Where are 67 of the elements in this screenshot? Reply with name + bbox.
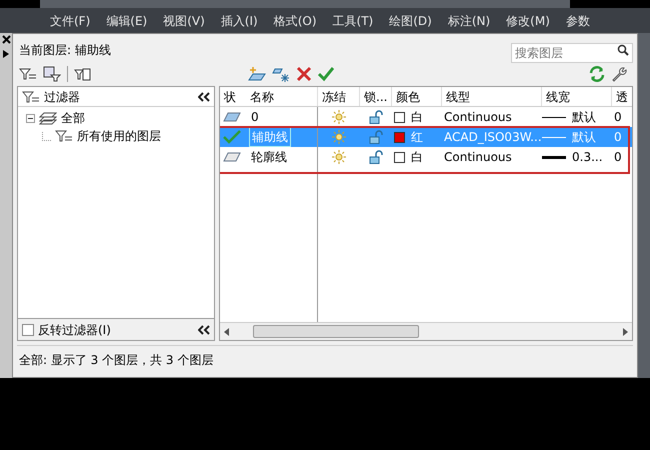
minus-icon xyxy=(28,116,33,120)
transparency[interactable]: 0 xyxy=(612,148,632,166)
open-lock-icon[interactable] xyxy=(369,130,383,144)
lineweight[interactable]: 0.3... xyxy=(572,148,603,166)
scroll-right-icon[interactable] xyxy=(623,328,628,336)
menu-item[interactable]: 格式(O) xyxy=(274,12,317,30)
menu-item[interactable]: 标注(N) xyxy=(448,12,490,30)
tree-item[interactable]: 所有使用的图层 xyxy=(77,127,161,145)
column-header[interactable]: 线宽 xyxy=(542,87,612,106)
column-header[interactable]: 状 xyxy=(220,87,246,106)
checkbox[interactable] xyxy=(22,324,34,336)
linetype[interactable]: Continuous xyxy=(442,148,542,166)
layer-states-icon[interactable] xyxy=(74,66,92,82)
color-name: 白 xyxy=(411,149,423,166)
menu-item[interactable]: 文件(F) xyxy=(50,12,90,30)
panel-title: 过滤器 xyxy=(44,88,80,106)
scrollbar-thumb[interactable] xyxy=(253,325,419,338)
menu-item[interactable]: 编辑(E) xyxy=(106,12,148,30)
checkmark-icon[interactable] xyxy=(318,66,334,82)
menu-item[interactable]: 工具(T) xyxy=(332,12,374,30)
layer-name[interactable]: 0 xyxy=(249,108,261,126)
menu-item[interactable]: 视图(V) xyxy=(163,12,205,30)
search-field[interactable]: 搜索图层 xyxy=(511,42,633,62)
table-row[interactable]: 0 白 Continuous 默认 0 xyxy=(220,107,632,127)
tree-item[interactable]: 全部 xyxy=(61,109,85,127)
column-header[interactable]: 颜色 xyxy=(392,87,442,106)
column-header[interactable]: 透 xyxy=(612,87,632,106)
column-header[interactable]: 名称 xyxy=(246,87,318,106)
column-header[interactable]: 冻结 xyxy=(318,87,360,106)
linetype[interactable]: Continuous xyxy=(442,108,542,126)
column-header[interactable]: 线型 xyxy=(442,87,542,106)
transparency[interactable]: 0 xyxy=(612,108,632,126)
open-lock-icon[interactable] xyxy=(369,150,383,164)
table-row[interactable]: 轮廓线 白 Continuous 0.3... 0 xyxy=(220,147,632,167)
menu-item[interactable]: 修改(M) xyxy=(506,12,550,30)
color-swatch[interactable] xyxy=(394,152,405,162)
collapse-icon[interactable] xyxy=(198,324,210,334)
collapse-icon[interactable] xyxy=(198,92,210,102)
new-layer-icon[interactable] xyxy=(248,66,266,82)
horizontal-scrollbar[interactable] xyxy=(220,322,632,340)
refresh-icon[interactable] xyxy=(589,66,605,82)
open-lock-icon[interactable] xyxy=(369,110,383,124)
filter-list-icon[interactable] xyxy=(43,66,61,82)
filter-icon xyxy=(55,129,73,143)
column-header[interactable]: 锁... xyxy=(360,87,392,106)
current-layer-label: 当前图层: 辅助线 xyxy=(18,42,111,58)
triangle-icon[interactable] xyxy=(3,50,9,58)
color-swatch[interactable] xyxy=(394,132,405,142)
tree-toggle[interactable] xyxy=(26,114,35,122)
layer-name[interactable]: 轮廓线 xyxy=(249,148,289,166)
delete-icon[interactable] xyxy=(296,66,312,82)
layer-stack-icon xyxy=(39,111,57,125)
scroll-left-icon[interactable] xyxy=(224,328,229,336)
menu-item[interactable]: 参数 xyxy=(566,12,590,30)
new-frozen-layer-icon[interactable] xyxy=(272,66,290,82)
filter-icon[interactable] xyxy=(19,66,37,82)
wrench-icon[interactable] xyxy=(611,66,627,82)
lineweight[interactable]: 默认 xyxy=(572,108,596,126)
menu-item[interactable]: 绘图(D) xyxy=(389,12,432,30)
color-name: 红 xyxy=(411,129,423,146)
filter-icon xyxy=(22,90,40,104)
menu-item[interactable]: 插入(I) xyxy=(220,12,258,30)
color-swatch[interactable] xyxy=(394,112,405,122)
color-name: 白 xyxy=(411,109,423,126)
close-icon[interactable] xyxy=(2,35,10,44)
search-icon xyxy=(617,44,629,56)
status-text: 全部: 显示了 3 个图层，共 3 个图层 xyxy=(18,352,214,368)
